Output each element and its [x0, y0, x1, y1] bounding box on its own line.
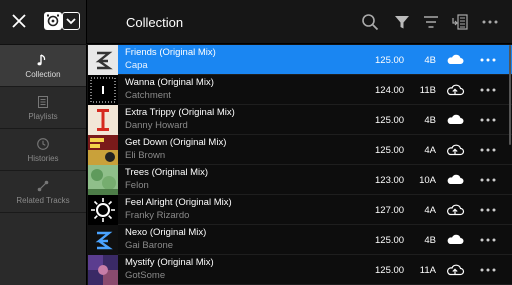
more-icon[interactable] — [478, 111, 498, 129]
more-icon[interactable] — [478, 81, 498, 99]
track-artist: Catchment — [125, 90, 171, 101]
close-icon[interactable] — [10, 12, 28, 30]
sidebar-item-related-tracks[interactable]: Related Tracks — [0, 171, 86, 213]
track-key: 4B — [424, 55, 436, 66]
track-row[interactable]: Trees (Original Mix) Felon 123.00 10A — [88, 165, 512, 195]
track-artist: Eli Brown — [125, 150, 166, 161]
sidebar-item-label: Related Tracks — [16, 195, 70, 205]
column-view-icon[interactable] — [450, 12, 470, 32]
sidebar-item-playlists[interactable]: Playlists — [0, 87, 86, 129]
top-bar: Collection — [0, 0, 512, 44]
track-title: Get Down (Original Mix) — [125, 137, 227, 148]
chevron-down-icon[interactable] — [62, 12, 80, 30]
more-icon[interactable] — [478, 141, 498, 159]
album-art — [88, 135, 118, 165]
album-art — [88, 45, 118, 75]
sidebar-item-collection[interactable]: Collection — [0, 45, 86, 87]
album-art — [88, 255, 118, 285]
track-key: 4A — [424, 205, 436, 216]
track-row[interactable]: Friends (Original Mix) Capa 125.00 4B — [88, 45, 512, 75]
track-artist: Gai Barone — [125, 240, 174, 251]
track-key: 4B — [424, 115, 436, 126]
track-row[interactable]: Get Down (Original Mix) Eli Brown 125.00… — [88, 135, 512, 165]
track-title: Trees (Original Mix) — [125, 167, 209, 178]
track-row[interactable]: Extra Trippy (Original Mix) Danny Howard… — [88, 105, 512, 135]
track-list: Friends (Original Mix) Capa 125.00 4B Wa… — [88, 45, 512, 285]
track-title: Feel Alright (Original Mix) — [125, 197, 232, 208]
cloud-synced-icon[interactable] — [445, 171, 465, 189]
more-icon[interactable] — [478, 231, 498, 249]
sort-icon[interactable] — [421, 12, 441, 32]
track-title: Wanna (Original Mix) — [125, 77, 214, 88]
track-key: 11A — [419, 265, 436, 276]
album-art — [88, 225, 118, 255]
sidebar-item-label: Playlists — [28, 111, 58, 121]
scrollbar[interactable] — [509, 45, 511, 145]
more-icon[interactable] — [478, 201, 498, 219]
track-artist: Capa — [125, 60, 148, 71]
track-row[interactable]: Feel Alright (Original Mix) Franky Rizar… — [88, 195, 512, 225]
search-icon[interactable] — [360, 12, 380, 32]
cloud-synced-icon[interactable] — [445, 111, 465, 129]
clock-icon — [37, 137, 49, 150]
playlist-icon — [38, 95, 48, 108]
track-artist: Danny Howard — [125, 120, 188, 131]
sidebar-item-label: Histories — [27, 153, 59, 163]
track-key: 10A — [419, 175, 436, 186]
more-icon[interactable] — [478, 171, 498, 189]
track-title: Friends (Original Mix) — [125, 47, 216, 58]
track-bpm: 125.00 — [375, 145, 405, 156]
track-bpm: 125.00 — [375, 55, 405, 66]
sidebar-item-histories[interactable]: Histories — [0, 129, 86, 171]
track-artist: Franky Rizardo — [125, 210, 190, 221]
more-icon[interactable] — [480, 12, 500, 32]
track-key: 4B — [424, 235, 436, 246]
track-title: Extra Trippy (Original Mix) — [125, 107, 235, 118]
track-bpm: 124.00 — [375, 85, 405, 96]
music-note-icon — [37, 53, 46, 65]
sidebar-item-label: Collection — [25, 69, 61, 79]
filter-icon[interactable] — [392, 12, 412, 32]
track-title: Mystify (Original Mix) — [125, 257, 214, 268]
album-art — [88, 165, 118, 195]
related-icon — [37, 180, 49, 191]
track-bpm: 125.00 — [375, 115, 405, 126]
track-artist: Felon — [125, 180, 149, 191]
cloud-upload-icon[interactable] — [445, 141, 465, 159]
track-row[interactable]: Wanna (Original Mix) Catchment 124.00 11… — [88, 75, 512, 105]
cloud-synced-icon[interactable] — [445, 231, 465, 249]
more-icon[interactable] — [478, 261, 498, 279]
sidebar-header — [0, 0, 87, 44]
page-title: Collection — [126, 15, 184, 30]
track-key: 4A — [424, 145, 436, 156]
album-art — [88, 75, 118, 105]
cloud-upload-icon[interactable] — [445, 201, 465, 219]
track-key: 11B — [419, 85, 436, 96]
track-artist: GotSome — [125, 270, 166, 281]
track-bpm: 125.00 — [375, 235, 405, 246]
track-row[interactable]: Mystify (Original Mix) GotSome 125.00 11… — [88, 255, 512, 285]
track-row[interactable]: Nexo (Original Mix) Gai Barone 125.00 4B — [88, 225, 512, 255]
track-title: Nexo (Original Mix) — [125, 227, 207, 238]
cloud-upload-icon[interactable] — [445, 81, 465, 99]
track-bpm: 123.00 — [375, 175, 405, 186]
track-bpm: 125.00 — [375, 265, 405, 276]
cloud-synced-icon[interactable] — [445, 51, 465, 69]
track-bpm: 127.00 — [375, 205, 405, 216]
device-icon[interactable] — [44, 12, 62, 30]
sidebar: Collection Playlists Histories Related T… — [0, 45, 87, 285]
more-icon[interactable] — [478, 51, 498, 69]
album-art — [88, 195, 118, 225]
album-art — [88, 105, 118, 135]
cloud-upload-icon[interactable] — [445, 261, 465, 279]
